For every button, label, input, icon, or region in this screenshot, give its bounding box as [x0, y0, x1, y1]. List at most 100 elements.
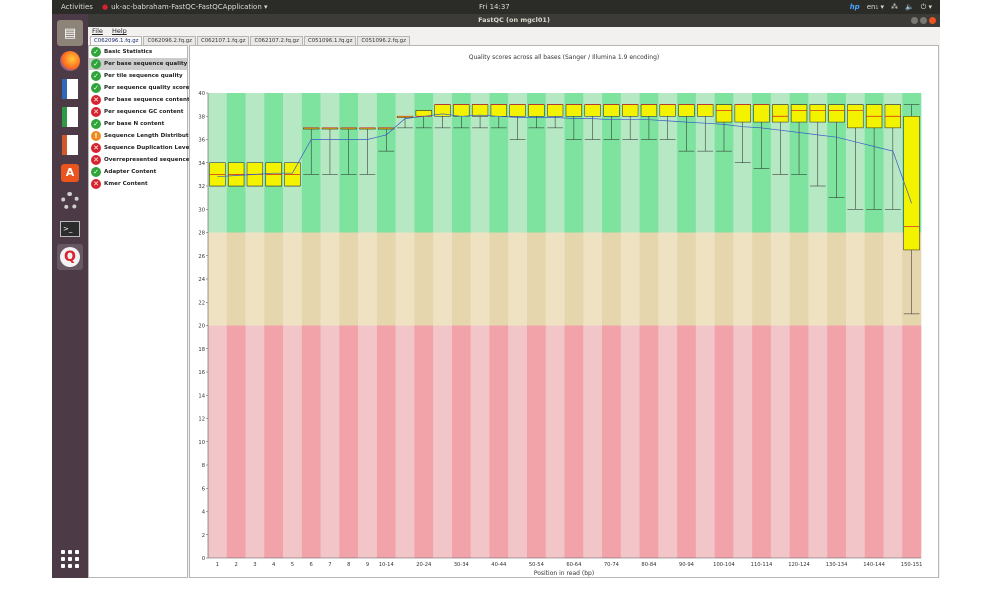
y-tick-label: 8 [202, 463, 205, 469]
calc-icon[interactable] [57, 104, 83, 130]
writer-icon[interactable] [57, 76, 83, 102]
fail-status-icon: ✕ [91, 179, 101, 189]
y-tick-label: 38 [198, 114, 205, 120]
window-title: FastQC (on mgcl01) [478, 16, 550, 24]
app-menu-label: uk-ac-babraham-FastQC-FastQCApplication … [111, 3, 268, 11]
band-cell-ok [451, 232, 471, 326]
band-cell-poor [902, 325, 922, 558]
y-tick-label: 14 [198, 393, 205, 399]
y-tick-label: 32 [198, 184, 205, 190]
x-tick-label: 50-54 [529, 562, 545, 568]
minimize-button[interactable] [911, 17, 918, 24]
file-tab[interactable]: C062096.1.fq.gz [90, 36, 143, 45]
module-label: Per sequence quality scores [104, 85, 193, 91]
module-item[interactable]: ✕ Overrepresented sequences [89, 154, 193, 166]
band-cell-poor [545, 325, 565, 558]
band-cell-ok [845, 232, 866, 326]
band-cell-poor [789, 325, 809, 558]
x-tick-label: 90-94 [679, 562, 695, 568]
show-apps-icon[interactable] [61, 550, 79, 568]
x-tick-label: 150-151 [901, 562, 923, 568]
band-cell-ok [639, 232, 659, 326]
terminal-icon[interactable]: >_ [57, 216, 83, 242]
power-icon[interactable]: ⏻ ▾ [921, 0, 932, 14]
quartile-box [809, 104, 826, 123]
x-tick-label: 1 [216, 562, 219, 568]
file-tab[interactable]: C051096.1.fq.gz [303, 36, 357, 45]
band-cell-ok [677, 232, 697, 326]
pass-status-icon: ✓ [91, 119, 101, 129]
file-tabs: C062096.1.fq.gz C062096.2.fq.gz C062107.… [90, 36, 411, 45]
network-icon[interactable]: ⁂ [891, 0, 898, 14]
band-cell-poor [489, 325, 509, 558]
band-cell-poor [320, 325, 340, 558]
module-item[interactable]: ! Sequence Length Distribution [89, 130, 198, 142]
hp-icon[interactable]: hp [850, 0, 860, 14]
band-cell-ok [358, 232, 378, 326]
fail-status-icon: ✕ [91, 107, 101, 117]
file-tab[interactable]: C062096.2.fq.gz [143, 36, 196, 45]
pass-status-icon: ✓ [91, 71, 101, 81]
clock[interactable]: Fri 14:37 [479, 0, 510, 14]
module-item[interactable]: ✕ Kmer Content [89, 178, 187, 190]
launcher: ▤ A >_ Q [52, 14, 88, 578]
module-item[interactable]: ✓ Per base N content [89, 118, 187, 130]
module-item[interactable]: ✕ Per sequence GC content [89, 106, 187, 118]
quartile-box [622, 104, 639, 117]
file-tab[interactable]: C051096.2.fq.gz [357, 36, 410, 45]
language-indicator[interactable]: en₁ ▾ [867, 0, 884, 14]
x-tick-label: 5 [291, 562, 294, 568]
x-tick-label: 130-134 [826, 562, 848, 568]
y-tick-label: 16 [198, 370, 205, 376]
module-item[interactable]: ✓ Per base sequence quality [89, 58, 187, 70]
y-tick-label: 0 [202, 556, 205, 562]
fastqc-icon[interactable]: Q [57, 244, 83, 270]
volume-icon[interactable]: 🔈 [905, 0, 914, 14]
module-item[interactable]: ✓ Per sequence quality scores [89, 82, 193, 94]
software-center-icon[interactable]: A [57, 160, 83, 186]
band-cell-poor [808, 325, 828, 558]
app-menu[interactable]: ● uk-ac-babraham-FastQC-FastQCApplicatio… [102, 0, 268, 14]
close-button[interactable] [929, 17, 936, 24]
y-tick-label: 28 [198, 231, 205, 237]
band-cell-ok [545, 232, 565, 326]
band-cell-ok [770, 232, 790, 326]
chart-title: Quality scores across all bases (Sanger … [469, 54, 659, 61]
band-cell-poor [677, 325, 697, 558]
quartile-box [509, 104, 526, 117]
module-item[interactable]: ✓ Per tile sequence quality [89, 70, 187, 82]
y-tick-label: 18 [198, 347, 205, 353]
settings-icon[interactable] [57, 188, 83, 214]
firefox-icon[interactable] [57, 48, 83, 74]
files-icon[interactable]: ▤ [57, 20, 83, 46]
x-tick-label: 30-34 [454, 562, 470, 568]
quartile-box [734, 104, 751, 123]
menu-help[interactable]: Help [112, 27, 127, 35]
module-item[interactable]: ✓ Basic Statistics [89, 46, 187, 58]
band-cell-poor [864, 325, 884, 558]
quartile-box [772, 104, 789, 123]
fastqc-app-icon: ● [102, 3, 109, 11]
module-item[interactable]: ✕ Per base sequence content [89, 94, 190, 106]
impress-icon[interactable] [57, 132, 83, 158]
menu-file[interactable]: File [92, 27, 103, 35]
quartile-box [903, 116, 920, 251]
maximize-button[interactable] [920, 17, 927, 24]
activities-button[interactable]: Activities [61, 0, 93, 14]
window-titlebar[interactable]: FastQC (on mgcl01) [88, 14, 940, 27]
module-item[interactable]: ✓ Adapter Content [89, 166, 187, 178]
band-cell-poor [376, 325, 396, 558]
file-tab[interactable]: C062107.2.fq.gz [250, 36, 303, 45]
band-cell-poor [339, 325, 359, 558]
quartile-box [847, 104, 864, 129]
band-cell-ok [789, 232, 809, 326]
module-label: Per base sequence quality [104, 61, 188, 67]
file-tab[interactable]: C062107.1.fq.gz [196, 36, 250, 45]
quartile-box [546, 104, 564, 117]
quartile-box [678, 104, 695, 117]
pass-status-icon: ✓ [91, 83, 101, 93]
y-tick-label: 40 [198, 91, 205, 97]
band-cell-ok [264, 232, 284, 326]
band-cell-ok [827, 232, 847, 326]
module-item[interactable]: ✕ Sequence Duplication Levels [89, 142, 195, 154]
